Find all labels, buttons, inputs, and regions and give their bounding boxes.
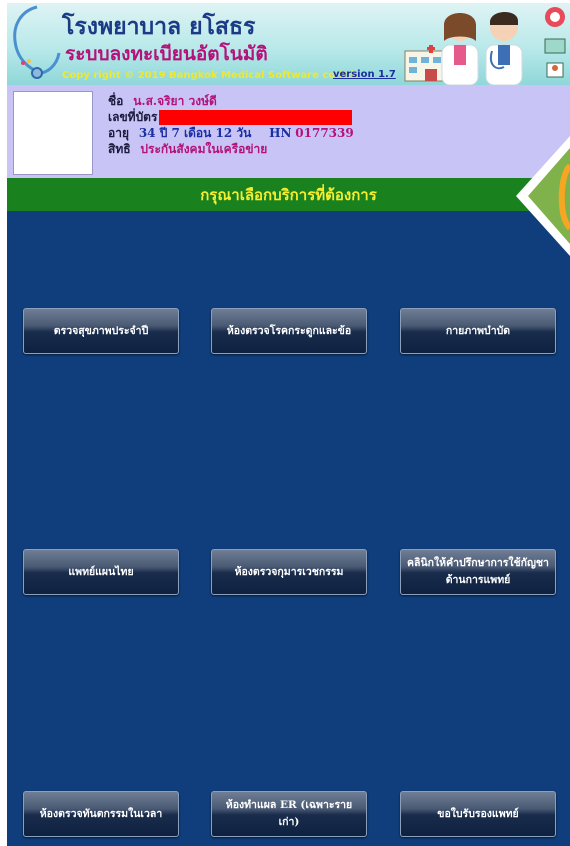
redacted-card-number <box>159 110 353 125</box>
age-row: อายุ 34 ปี 7 เดือน 12 วัน HN 0177339 <box>108 125 354 141</box>
card-label: เลขที่บัตร <box>108 110 158 124</box>
header-banner: โรงพยาบาล ยโสธร ระบบลงทะเบียนอัตโนมัติ C… <box>7 3 570 85</box>
patient-info-panel: ชื่อ น.ส.จริยา วงษ์ดี เลขที่บัตร อายุ 34… <box>7 85 570 178</box>
service-prompt-bar: กรุณาเลือกบริการที่ต้องการ <box>7 178 570 211</box>
service-prompt: กรุณาเลือกบริการที่ต้องการ <box>200 186 377 204</box>
service-button-er-wound[interactable]: ห้องทำแผล ER (เฉพาะรายเก่า) <box>211 791 367 837</box>
service-button-annual-checkup[interactable]: ตรวจสุขภาพประจำปี <box>23 308 179 354</box>
hn-label: HN <box>269 126 292 140</box>
service-button-cannabis-clinic[interactable]: คลินิกให้คำปรึกษาการใช้กัญชาด้านการแพทย์ <box>400 549 556 595</box>
service-button-dental[interactable]: ห้องตรวจทันตกรรมในเวลา <box>23 791 179 837</box>
service-button-pediatrics[interactable]: ห้องตรวจกุมารเวชกรรม <box>211 549 367 595</box>
rights-row: สิทธิ ประกันสังคมในเครือข่าย <box>108 141 354 157</box>
age-label: อายุ <box>108 126 129 140</box>
stethoscope-icon <box>13 5 61 79</box>
back-arrow-icon[interactable] <box>512 136 570 266</box>
copyright-text: Copy right © 2019 Bangkok Medical Softwa… <box>62 70 359 81</box>
name-label: ชื่อ <box>108 94 124 108</box>
service-button-thai-medicine[interactable]: แพทย์แผนไทย <box>23 549 179 595</box>
doctor-illustration <box>441 12 523 85</box>
service-button-orthopedic[interactable]: ห้องตรวจโรคกระดูกและข้อ <box>211 308 367 354</box>
patient-photo <box>13 91 93 175</box>
card-row: เลขที่บัตร <box>108 109 354 125</box>
monitor-icon <box>544 7 566 78</box>
age-value: 34 ปี 7 เดือน 12 วัน <box>138 126 252 140</box>
version-link[interactable]: version 1.7 <box>333 69 396 80</box>
hn-value: 0177339 <box>295 126 354 140</box>
rights-value: ประกันสังคมในเครือข่าย <box>140 142 268 156</box>
system-subtitle: ระบบลงทะเบียนอัตโนมัติ <box>65 43 268 65</box>
service-button-medical-certificate[interactable]: ขอใบรับรองแพทย์ <box>400 791 556 837</box>
service-button-physiotherapy[interactable]: กายภาพบำบัด <box>400 308 556 354</box>
name-value: น.ส.จริยา วงษ์ดี <box>133 94 217 108</box>
service-area: ตรวจสุขภาพประจำปี ห้องตรวจโรคกระดูกและข้… <box>7 211 570 846</box>
rights-label: สิทธิ <box>108 142 131 156</box>
name-row: ชื่อ น.ส.จริยา วงษ์ดี <box>108 93 354 109</box>
patient-details: ชื่อ น.ส.จริยา วงษ์ดี เลขที่บัตร อายุ 34… <box>108 93 354 157</box>
